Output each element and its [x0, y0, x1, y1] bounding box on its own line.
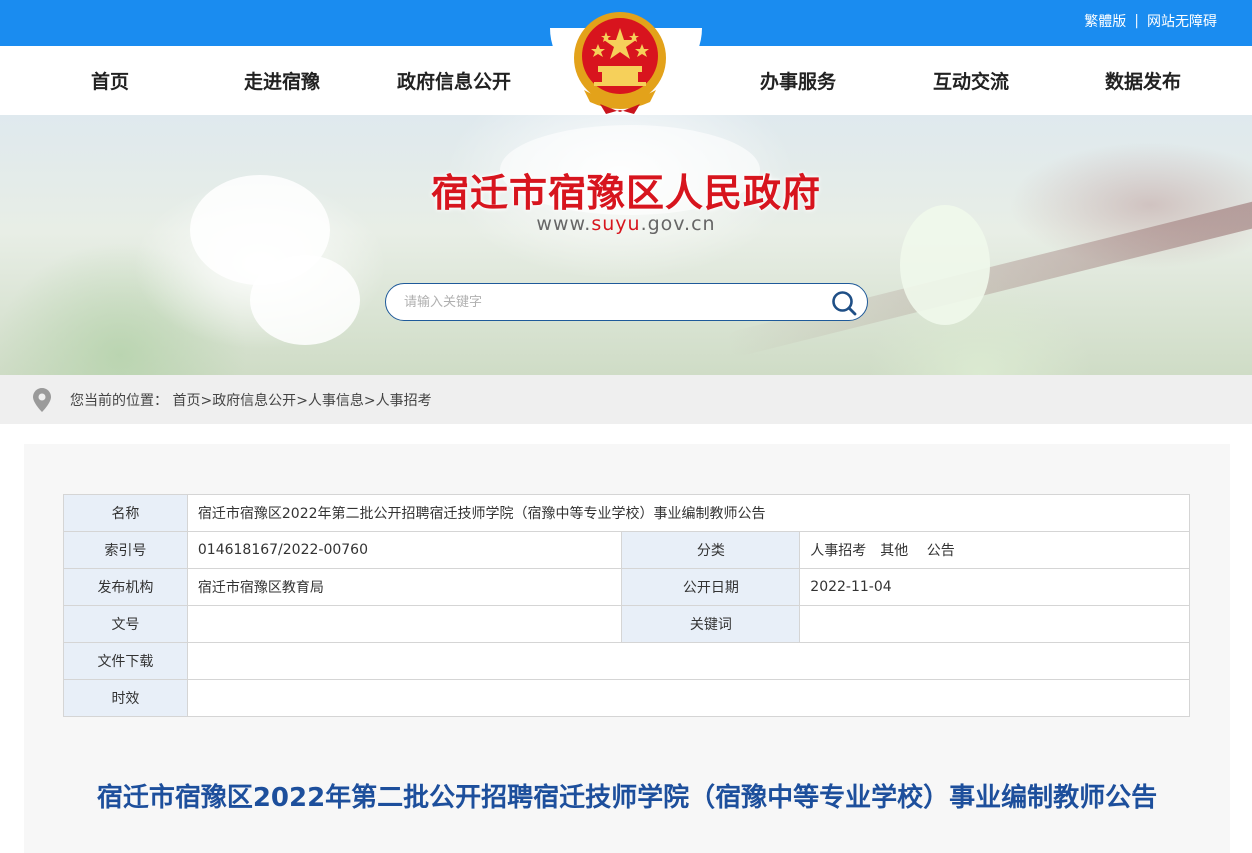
breadcrumb-separator: > — [200, 393, 213, 409]
index-label: 索引号 — [63, 531, 188, 569]
keyword-label: 关键词 — [621, 605, 801, 643]
document-number-value — [186, 605, 623, 643]
table-row: 文件下载 — [63, 642, 1191, 680]
publisher-label: 发布机构 — [63, 568, 188, 606]
search-icon[interactable] — [831, 290, 857, 316]
file-download-label: 文件下载 — [63, 642, 188, 680]
traditional-chinese-link[interactable]: 繁體版 — [1084, 11, 1126, 31]
validity-label: 时效 — [63, 679, 188, 717]
nav-item-gov-info[interactable]: 政府信息公开 — [374, 46, 534, 115]
header-banner: 宿迁市宿豫区人民政府 www.suyu.gov.cn — [0, 115, 1252, 375]
table-row: 名称 宿迁市宿豫区2022年第二批公开招聘宿迁技师学院（宿豫中等专业学校）事业编… — [63, 494, 1191, 532]
nav-item-home[interactable]: 首页 — [30, 46, 190, 115]
content-panel: 名称 宿迁市宿豫区2022年第二批公开招聘宿迁技师学院（宿豫中等专业学校）事业编… — [24, 444, 1230, 853]
national-emblem-icon[interactable] — [570, 6, 670, 116]
top-link-separator: | — [1134, 13, 1139, 29]
search-box — [385, 283, 868, 321]
breadcrumb-label: 您当前的位置： — [70, 393, 168, 409]
publish-date-label: 公开日期 — [621, 568, 801, 606]
breadcrumb-home[interactable]: 首页 — [172, 393, 200, 409]
table-row: 文号 关键词 — [63, 605, 1190, 643]
site-url-highlight: suyu — [591, 213, 641, 235]
nav-item-services[interactable]: 办事服务 — [718, 46, 878, 115]
site-title: 宿迁市宿豫区人民政府 — [430, 171, 821, 215]
nav-item-interaction[interactable]: 互动交流 — [891, 46, 1051, 115]
site-url: www.suyu.gov.cn — [0, 213, 1252, 235]
nav-item-data-release[interactable]: 数据发布 — [1063, 46, 1223, 115]
document-metadata-table: 名称 宿迁市宿豫区2022年第二批公开招聘宿迁技师学院（宿豫中等专业学校）事业编… — [63, 494, 1191, 717]
validity-value — [186, 679, 1191, 717]
file-download-value — [186, 642, 1191, 680]
name-label: 名称 — [63, 494, 188, 532]
breadcrumb: 您当前的位置： 首页>政府信息公开>人事信息>人事招考 — [0, 375, 1252, 424]
nav-item-about-suyu[interactable]: 走进宿豫 — [202, 46, 362, 115]
document-number-label: 文号 — [63, 605, 188, 643]
category-value: 人事招考 其他 公告 — [799, 531, 1190, 569]
breadcrumb-personnel-info[interactable]: 人事信息 — [308, 393, 364, 409]
breadcrumb-recruitment[interactable]: 人事招考 — [376, 393, 432, 409]
location-pin-icon — [33, 388, 51, 412]
breadcrumb-separator: > — [296, 393, 308, 409]
name-value: 宿迁市宿豫区2022年第二批公开招聘宿迁技师学院（宿豫中等专业学校）事业编制教师… — [186, 494, 1191, 532]
keyword-value — [799, 605, 1190, 643]
accessibility-link[interactable]: 网站无障碍 — [1147, 11, 1217, 31]
table-row: 时效 — [63, 679, 1191, 717]
top-links: 繁體版 | 网站无障碍 — [1084, 11, 1217, 31]
category-label: 分类 — [621, 531, 801, 569]
document-title: 宿迁市宿豫区2022年第二批公开招聘宿迁技师学院（宿豫中等专业学校）事业编制教师… — [96, 783, 1158, 813]
publisher-value: 宿迁市宿豫区教育局 — [186, 568, 623, 606]
table-row: 索引号 014618167/2022-00760 分类 人事招考 其他 公告 — [63, 531, 1190, 569]
index-value: 014618167/2022-00760 — [186, 531, 623, 569]
table-row: 发布机构 宿迁市宿豫区教育局 公开日期 2022-11-04 — [63, 568, 1190, 606]
site-url-suffix: .gov.cn — [640, 213, 716, 235]
site-url-prefix: www. — [536, 213, 592, 235]
banner-flower-decoration — [250, 255, 360, 345]
publish-date-value: 2022-11-04 — [799, 568, 1190, 606]
breadcrumb-gov-info[interactable]: 政府信息公开 — [212, 393, 296, 409]
breadcrumb-text: 您当前的位置： 首页>政府信息公开>人事信息>人事招考 — [70, 390, 432, 410]
search-input[interactable] — [402, 284, 822, 320]
breadcrumb-separator: > — [363, 393, 376, 409]
